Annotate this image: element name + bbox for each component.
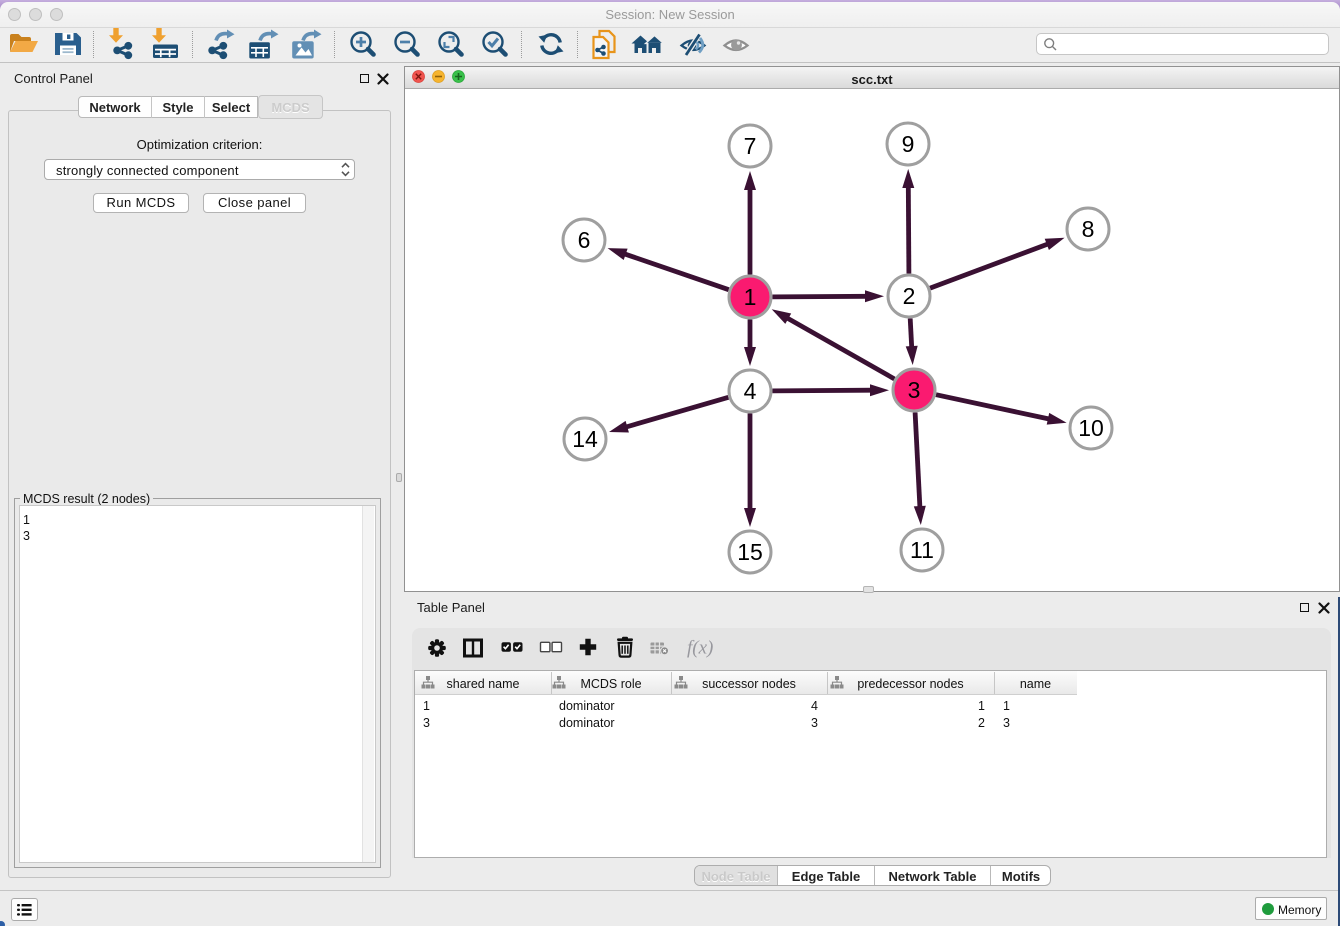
svg-text:9: 9 xyxy=(902,131,915,157)
svg-text:14: 14 xyxy=(572,426,598,452)
svg-text:11: 11 xyxy=(910,537,934,563)
svg-text:3: 3 xyxy=(908,377,921,403)
svg-text:2: 2 xyxy=(903,283,916,309)
svg-text:4: 4 xyxy=(744,378,757,404)
svg-text:8: 8 xyxy=(1082,216,1095,242)
svg-text:10: 10 xyxy=(1078,415,1104,441)
svg-text:1: 1 xyxy=(744,284,757,310)
svg-text:6: 6 xyxy=(578,227,591,253)
svg-text:f(x): f(x) xyxy=(687,638,713,659)
svg-text:7: 7 xyxy=(744,133,757,159)
svg-text:15: 15 xyxy=(737,539,763,565)
